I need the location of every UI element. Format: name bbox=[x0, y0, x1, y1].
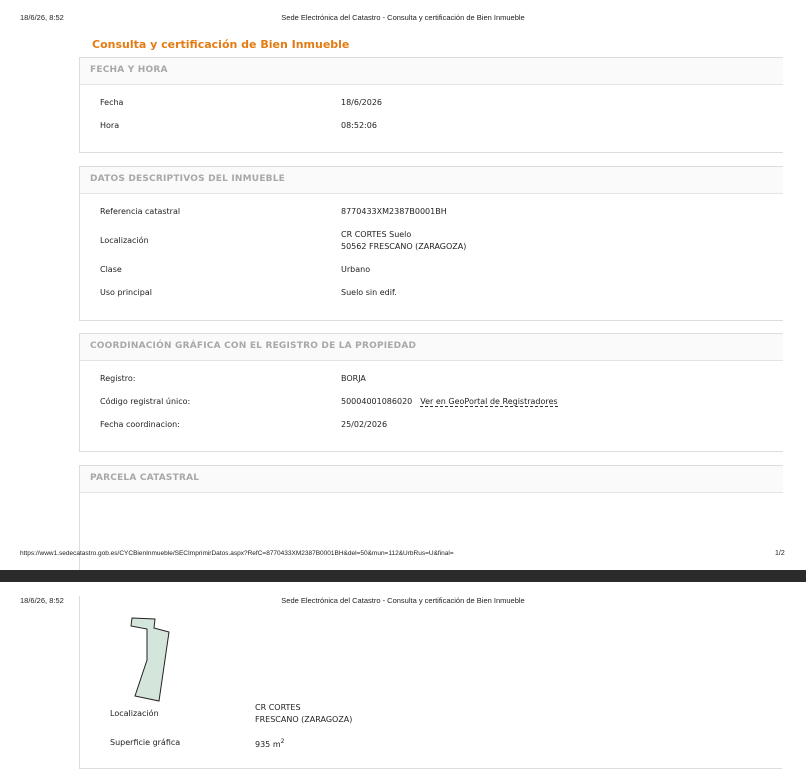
registro-value: BORJA bbox=[341, 374, 366, 383]
section-header: PARCELA CATASTRAL bbox=[80, 466, 783, 493]
fecha-coordinacion-value: 25/02/2026 bbox=[341, 420, 388, 429]
localizacion-line2: 50562 FRESCANO (ZARAGOZA) bbox=[341, 242, 467, 251]
section-heading: DATOS DESCRIPTIVOS DEL INMUEBLE bbox=[90, 174, 286, 184]
referencia-label: Referencia catastral bbox=[100, 207, 181, 216]
codigo-registral-row: 50004001086020 Ver en GeoPortal de Regist… bbox=[341, 397, 558, 407]
print-footer-page-number: 1/2 bbox=[775, 550, 785, 557]
page-separator bbox=[0, 570, 806, 582]
fecha-label: Fecha bbox=[100, 98, 124, 107]
section-header: DATOS DESCRIPTIVOS DEL INMUEBLE bbox=[80, 167, 783, 194]
hora-label: Hora bbox=[100, 121, 120, 130]
parcela-localizacion-label: Localización bbox=[110, 709, 159, 718]
uso-label: Uso principal bbox=[100, 288, 152, 297]
geoportal-link[interactable]: Ver en GeoPortal de Registradores bbox=[420, 397, 558, 407]
superficie-grafica-label: Superficie gráfica bbox=[110, 738, 181, 747]
codigo-registral-value: 50004001086020 bbox=[341, 397, 413, 406]
section-coordinacion-grafica: COORDINACIÓN GRÁFICA CON EL REGISTRO DE … bbox=[79, 333, 783, 452]
print-header-title: Sede Electrónica del Catastro - Consulta… bbox=[281, 13, 525, 22]
fecha-coordinacion-label: Fecha coordinacion: bbox=[100, 420, 180, 429]
print-page-2: 18/6/26, 8:52 Sede Electrónica del Catas… bbox=[0, 582, 806, 771]
superficie-grafica-value: 935 m2 bbox=[255, 738, 284, 749]
section-header: FECHA Y HORA bbox=[80, 58, 783, 85]
referencia-value[interactable]: 8770433XM2387B0001BH bbox=[341, 207, 447, 216]
section-heading: COORDINACIÓN GRÁFICA CON EL REGISTRO DE … bbox=[90, 341, 417, 351]
registro-label: Registro: bbox=[100, 374, 136, 383]
section-heading: PARCELA CATASTRAL bbox=[90, 473, 200, 483]
section-bottom-border bbox=[79, 768, 782, 769]
fecha-value: 18/6/2026 bbox=[341, 98, 383, 107]
print-header-title: Sede Electrónica del Catastro - Consulta… bbox=[281, 596, 525, 605]
section-header: COORDINACIÓN GRÁFICA CON EL REGISTRO DE … bbox=[80, 334, 783, 361]
print-footer-url: https://www1.sedecatastro.gob.es/CYCBien… bbox=[20, 550, 454, 557]
clase-value: Urbano bbox=[341, 265, 371, 274]
parcela-localizacion-line2: FRESCANO (ZARAGOZA) bbox=[255, 715, 353, 724]
print-page-1: 18/6/26, 8:52 Sede Electrónica del Catas… bbox=[0, 0, 806, 570]
codigo-registral-label: Código registral único: bbox=[100, 397, 191, 406]
document-title: Consulta y certificación de Bien Inmuebl… bbox=[92, 38, 350, 51]
superficie-exponent: 2 bbox=[280, 738, 285, 745]
localizacion-label: Localización bbox=[100, 236, 149, 245]
section-datos-descriptivos: DATOS DESCRIPTIVOS DEL INMUEBLE Referenc… bbox=[79, 166, 783, 321]
clase-label: Clase bbox=[100, 265, 122, 274]
parcela-localizacion-line1: CR CORTES bbox=[255, 703, 301, 712]
section-fecha-hora: FECHA Y HORA Fecha 18/6/2026 Hora 08:52:… bbox=[79, 57, 783, 153]
localizacion-line1: CR CORTES Suelo bbox=[341, 230, 412, 239]
uso-value: Suelo sin edif. bbox=[341, 288, 397, 297]
parcel-map-image bbox=[130, 617, 170, 702]
section-heading: FECHA Y HORA bbox=[90, 65, 168, 75]
section-left-border bbox=[79, 596, 80, 769]
hora-value: 08:52:06 bbox=[341, 121, 377, 130]
superficie-number: 935 m bbox=[255, 740, 281, 749]
